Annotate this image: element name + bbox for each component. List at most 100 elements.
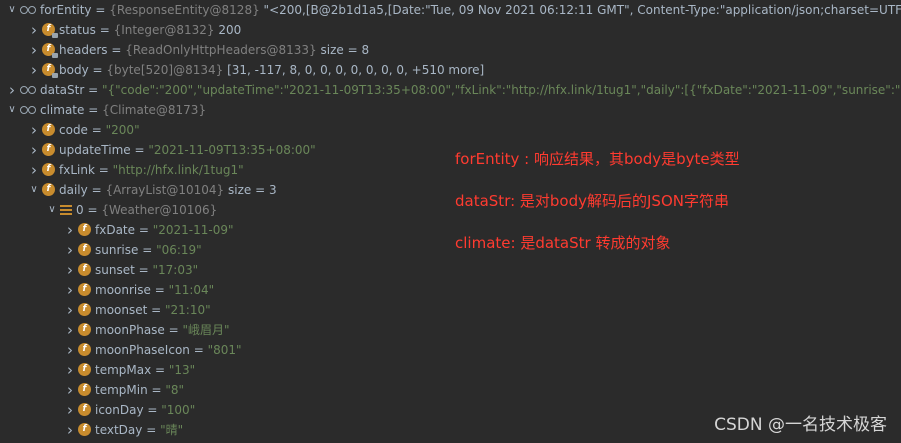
chevron-right-icon[interactable]: › <box>62 300 78 320</box>
variable-value: "2021-11-09" <box>152 223 234 237</box>
variable-row-body[interactable]: › f body = {byte[520]@8134} [31, -117, 8, … <box>0 60 901 80</box>
variable-row-climate[interactable]: ∨ climate = {Climate@8173} <box>0 100 901 120</box>
chevron-right-icon[interactable]: › <box>62 420 78 440</box>
variable-value: "2021-11-09T13:35+08:00" <box>148 143 316 157</box>
field-icon: f <box>42 183 55 196</box>
variable-row-status[interactable]: › f status = {Integer@8132} 200 <box>0 20 901 40</box>
equals-sign: = <box>84 83 102 97</box>
chevron-right-icon[interactable]: › <box>26 120 42 140</box>
chevron-right-icon[interactable]: › <box>26 60 42 80</box>
equals-sign: = <box>130 143 149 157</box>
field-icon: f <box>78 263 91 276</box>
variable-name: moonPhaseIcon <box>95 343 190 357</box>
field-icon: f <box>78 323 91 336</box>
variable-name: sunrise <box>95 243 139 257</box>
variable-name: status <box>59 23 96 37</box>
equals-sign: = <box>95 23 114 37</box>
variable-name: body <box>59 63 89 77</box>
variable-name: moonPhase <box>95 323 165 337</box>
equals-sign: = <box>151 363 169 377</box>
chevron-down-icon[interactable]: ∨ <box>44 200 60 220</box>
variable-type: {ReadOnlyHttpHeaders@8133} <box>125 43 317 57</box>
chevron-right-icon[interactable]: › <box>26 140 42 160</box>
variable-row-moonphaseicon[interactable]: › f moonPhaseIcon = "801" <box>0 340 901 360</box>
equals-sign: = <box>150 283 169 297</box>
equals-sign: = <box>134 263 153 277</box>
variable-name: code <box>59 123 88 137</box>
debugger-variables-tree: ∨ forEntity = {ResponseEntity@8128} "<200… <box>0 0 901 440</box>
array-element-icon <box>60 204 72 215</box>
variable-row-sunrise[interactable]: › f sunrise = "06:19" <box>0 240 901 260</box>
chevron-down-icon[interactable]: ∨ <box>26 180 42 200</box>
variable-row-0[interactable]: ∨ 0 = {Weather@10106} <box>0 200 901 220</box>
chevron-right-icon[interactable]: › <box>4 80 20 100</box>
variable-row-fxlink[interactable]: › f fxLink = "http://hfx.link/1tug1" <box>0 160 901 180</box>
chevron-right-icon[interactable]: › <box>62 320 78 340</box>
field-icon: f <box>78 363 91 376</box>
variable-name: moonrise <box>95 283 151 297</box>
equals-sign: = <box>87 183 106 197</box>
variable-name: sunset <box>95 263 135 277</box>
chevron-right-icon[interactable]: › <box>62 260 78 280</box>
field-icon: f <box>78 283 91 296</box>
variable-row-fxdate[interactable]: › f fxDate = "2021-11-09" <box>0 220 901 240</box>
variable-value: [31, -117, 8, 0, 0, 0, 0, 0, 0, 0, +510 … <box>227 63 485 77</box>
variable-type: {byte[520]@8134} <box>106 63 224 77</box>
annotation-climate: climate: 是dataStr 转成的对象 <box>455 234 671 252</box>
chevron-right-icon[interactable]: › <box>62 380 78 400</box>
variable-row-sunset[interactable]: › f sunset = "17:03" <box>0 260 901 280</box>
variable-row-daily[interactable]: ∨ f daily = {ArrayList@10104} size = 3 <box>0 180 901 200</box>
variable-name: fxDate <box>95 223 136 237</box>
chevron-down-icon[interactable]: ∨ <box>4 100 20 120</box>
variable-row-tempmin[interactable]: › f tempMin = "8" <box>0 380 901 400</box>
chevron-right-icon[interactable]: › <box>62 220 78 240</box>
variable-value: "13" <box>168 363 196 377</box>
variable-row-moonrise[interactable]: › f moonrise = "11:04" <box>0 280 901 300</box>
chevron-right-icon[interactable]: › <box>62 340 78 360</box>
variable-name: moonset <box>95 303 148 317</box>
variable-type: {Climate@8173} <box>102 103 207 117</box>
variable-value: size = 3 <box>228 183 277 197</box>
variable-name: iconDay <box>95 403 144 417</box>
variable-value: "<200,[B@2b1d1a5,[Date:"Tue, 09 Nov 2021… <box>263 3 901 17</box>
variable-value: "峨眉月" <box>182 323 230 337</box>
variable-row-moonphase[interactable]: › f moonPhase = "峨眉月" <box>0 320 901 340</box>
variable-type: {ArrayList@10104} <box>105 183 225 197</box>
watch-variable-icon <box>20 85 36 95</box>
field-icon: f <box>78 423 91 436</box>
variable-value: "200" <box>105 123 140 137</box>
variable-name: 0 <box>76 203 84 217</box>
chevron-right-icon[interactable]: › <box>26 160 42 180</box>
variable-row-datastr[interactable]: › dataStr = "{"code":"200","updateTime":"… <box>0 80 901 100</box>
variable-row-tempmax[interactable]: › f tempMax = "13" <box>0 360 901 380</box>
chevron-right-icon[interactable]: › <box>62 360 78 380</box>
variable-value: "21:10" <box>165 303 211 317</box>
variable-row-code[interactable]: › f code = "200" <box>0 120 901 140</box>
variable-name: updateTime <box>59 143 131 157</box>
chevron-right-icon[interactable]: › <box>26 20 42 40</box>
equals-sign: = <box>164 323 183 337</box>
variable-name: fxLink <box>59 163 95 177</box>
final-field-icon: f <box>42 43 58 58</box>
equals-sign: = <box>107 43 126 57</box>
equals-sign: = <box>135 223 153 237</box>
chevron-right-icon[interactable]: › <box>62 280 78 300</box>
equals-sign: = <box>83 203 102 217</box>
variable-value: size = 8 <box>320 43 370 57</box>
chevron-right-icon[interactable]: › <box>62 240 78 260</box>
variable-value: "8" <box>165 383 185 397</box>
field-icon: f <box>42 163 55 176</box>
chevron-right-icon[interactable]: › <box>26 40 42 60</box>
annotation-datastr: dataStr: 是对body解码后的JSON字符串 <box>455 192 729 210</box>
variable-name: tempMin <box>95 383 148 397</box>
variable-row-headers[interactable]: › f headers = {ReadOnlyHttpHeaders@8133} s… <box>0 40 901 60</box>
variable-row-moonset[interactable]: › f moonset = "21:10" <box>0 300 901 320</box>
variable-row-updatetime[interactable]: › f updateTime = "2021-11-09T13:35+08:00" <box>0 140 901 160</box>
variable-row-forentity[interactable]: ∨ forEntity = {ResponseEntity@8128} "<200… <box>0 0 901 20</box>
final-field-icon: f <box>42 23 58 38</box>
chevron-right-icon[interactable]: › <box>62 400 78 420</box>
chevron-down-icon[interactable]: ∨ <box>4 0 20 20</box>
equals-sign: = <box>147 303 166 317</box>
field-icon: f <box>78 383 91 396</box>
equals-sign: = <box>91 3 110 17</box>
